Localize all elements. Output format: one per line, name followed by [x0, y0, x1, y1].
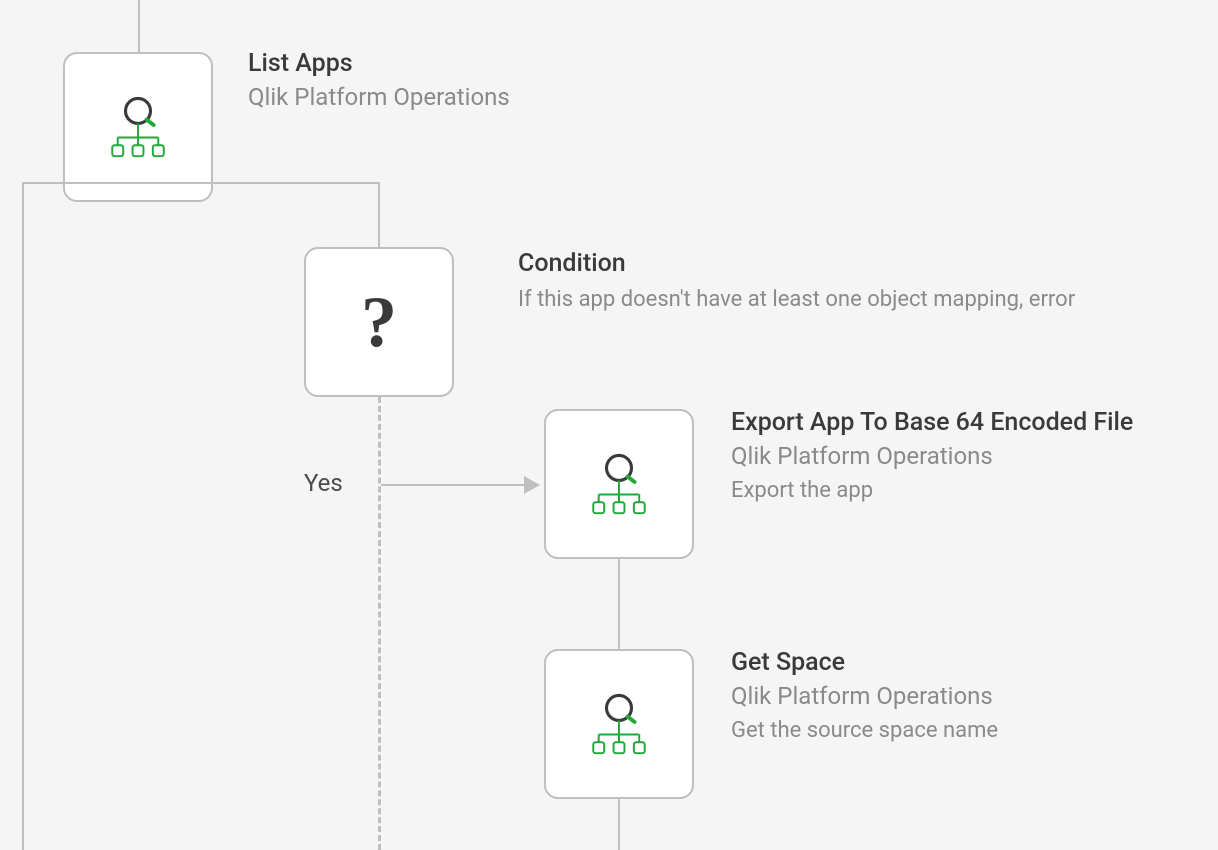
- node-condition-label: Condition If this app doesn't have at le…: [518, 248, 1178, 314]
- node-title: Get Space: [731, 647, 1201, 680]
- node-condition[interactable]: ?: [304, 247, 454, 397]
- node-list-apps[interactable]: [63, 52, 213, 202]
- branch-label-yes: Yes: [304, 469, 343, 497]
- connector-line: [618, 559, 620, 649]
- node-export-app-label: Export App To Base 64 Encoded File Qlik …: [731, 407, 1201, 506]
- node-subtitle: Qlik Platform Operations: [248, 81, 510, 113]
- workflow-canvas: List Apps Qlik Platform Operations ? Con…: [0, 0, 1218, 850]
- node-desc: If this app doesn't have at least one ob…: [518, 285, 1178, 315]
- connector-line: [378, 182, 380, 247]
- arrowhead-icon: [524, 476, 540, 494]
- node-export-app[interactable]: [544, 409, 694, 559]
- node-title: List Apps: [248, 48, 510, 81]
- connector-line: [22, 182, 380, 184]
- qlik-icon: [580, 443, 658, 525]
- qlik-icon: [99, 86, 177, 168]
- node-list-apps-label: List Apps Qlik Platform Operations: [248, 48, 510, 113]
- node-subtitle: Qlik Platform Operations: [731, 440, 1201, 472]
- connector-line: [618, 799, 620, 850]
- connector-line: [22, 183, 24, 850]
- node-get-space[interactable]: [544, 649, 694, 799]
- node-get-space-label: Get Space Qlik Platform Operations Get t…: [731, 647, 1201, 746]
- node-desc: Get the source space name: [731, 716, 1201, 746]
- question-mark-icon: ?: [361, 281, 397, 364]
- connector-dashed: [378, 397, 381, 850]
- node-title: Export App To Base 64 Encoded File: [731, 407, 1201, 440]
- connector-line: [138, 0, 140, 52]
- node-title: Condition: [518, 248, 1178, 281]
- node-subtitle: Qlik Platform Operations: [731, 680, 1201, 712]
- qlik-icon: [580, 683, 658, 765]
- connector-line: [381, 484, 526, 486]
- node-desc: Export the app: [731, 476, 1201, 506]
